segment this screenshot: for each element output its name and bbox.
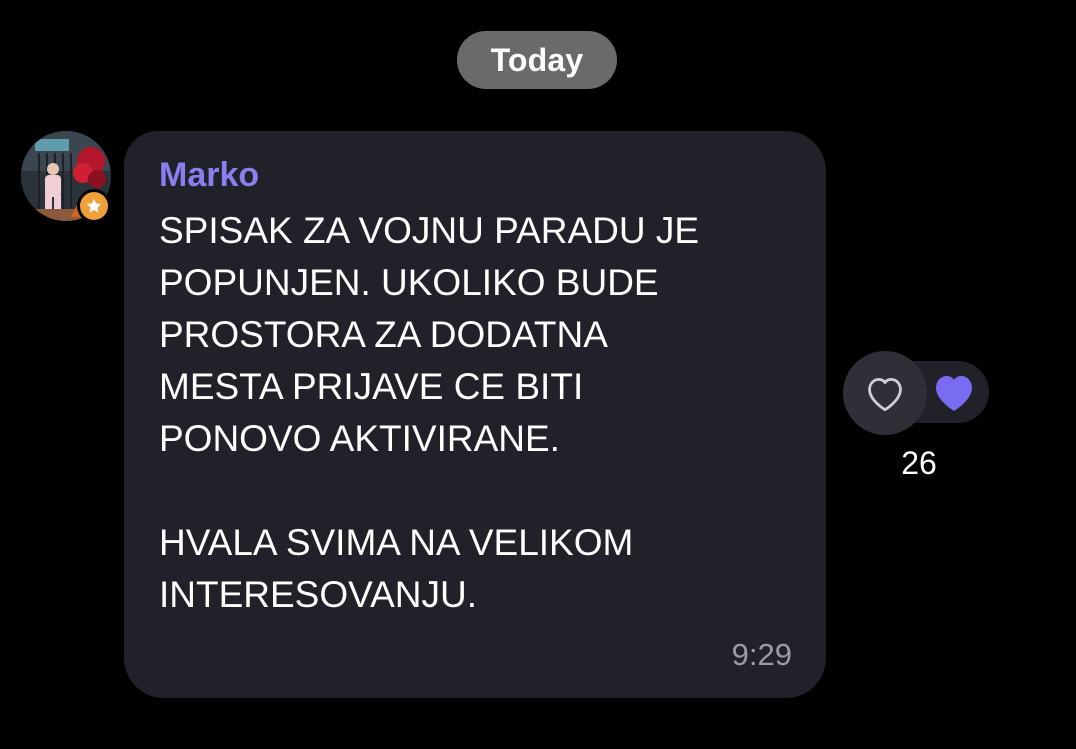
message-text: SPISAK ZA VOJNU PARADU JE POPUNJEN. UKOL… bbox=[159, 210, 700, 615]
chat-view: Today Marko SPISAK ZA VOJNU PARADU JE PO… bbox=[0, 0, 1076, 749]
add-reaction-button[interactable] bbox=[843, 351, 927, 435]
admin-badge bbox=[77, 189, 111, 223]
heart-icon bbox=[936, 376, 972, 411]
date-separator: Today bbox=[457, 31, 617, 89]
heart-outline-icon bbox=[868, 378, 902, 412]
reaction-count: 26 bbox=[901, 445, 937, 481]
sender-name[interactable]: Marko bbox=[159, 155, 259, 195]
message-bubble[interactable]: Marko SPISAK ZA VOJNU PARADU JE POPUNJEN… bbox=[124, 131, 826, 698]
heart-reaction[interactable] bbox=[928, 367, 980, 417]
message-time: 9:29 bbox=[731, 637, 792, 672]
star-icon bbox=[80, 192, 108, 220]
